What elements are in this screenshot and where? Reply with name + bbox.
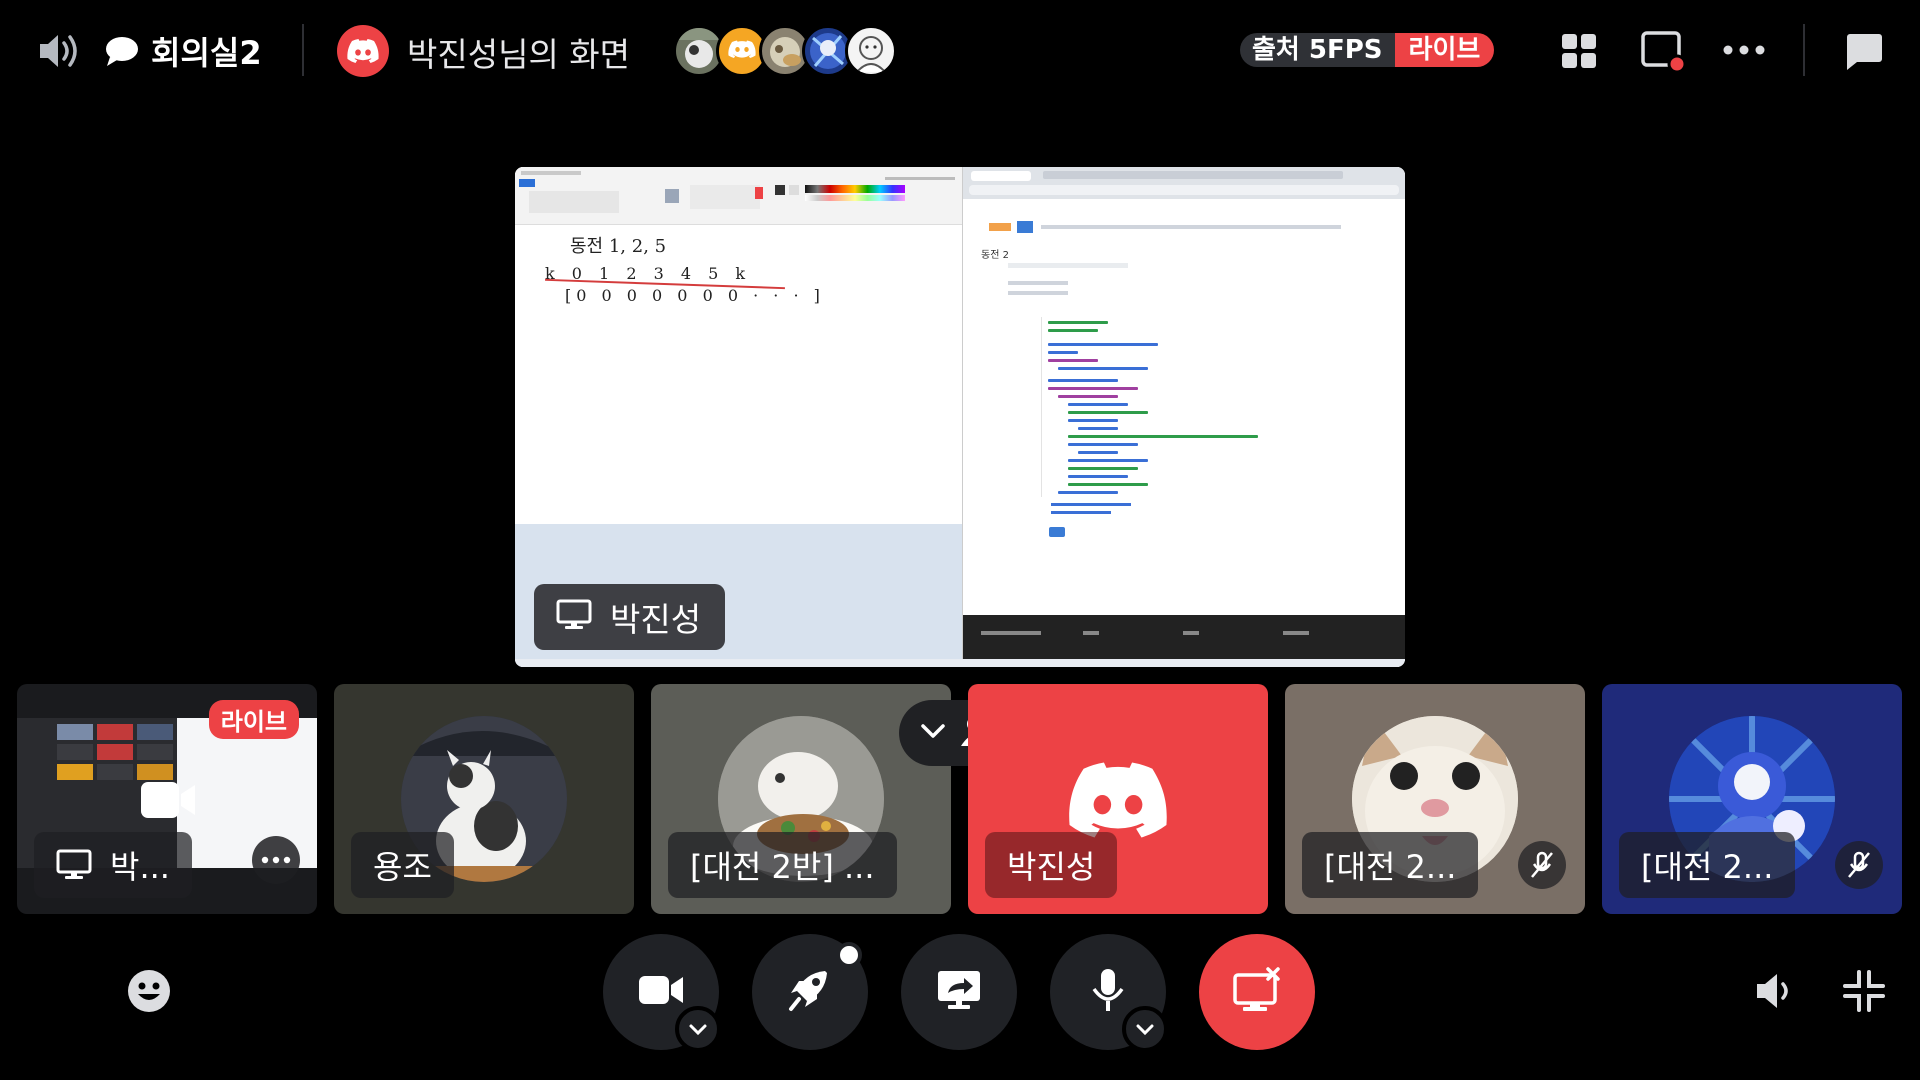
live-badge: 라이브	[208, 700, 299, 739]
browser-footer	[963, 615, 1405, 659]
participant-tile[interactable]: [대전 2...	[1602, 684, 1902, 914]
participant-tile[interactable]: 용조	[334, 684, 634, 914]
tile-label: 용조	[351, 832, 454, 898]
viewer-avatar	[845, 25, 897, 77]
stream-stats: 출처 5FPS 라이브	[1240, 33, 1495, 67]
camera-button[interactable]	[603, 934, 721, 1052]
monitor-icon	[56, 849, 92, 879]
top-bar: 회의실2 박진성님의 화면 출처 5FPS 라이브	[0, 0, 1920, 100]
tile-label: [대전 2...	[1619, 832, 1796, 898]
tile-name: 박진성	[1007, 848, 1096, 886]
share-screen-icon	[936, 969, 982, 1015]
activity-button[interactable]	[752, 934, 868, 1050]
share-screen-button[interactable]	[901, 934, 1017, 1050]
volume-icon[interactable]	[1753, 970, 1799, 1012]
mic-muted-icon	[1835, 841, 1883, 889]
tile-label: [대전 2...	[1302, 832, 1479, 898]
browser-tabs	[963, 167, 1405, 199]
microphone-options-button[interactable]	[1122, 1006, 1168, 1052]
speaker-voice-icon[interactable]	[34, 26, 84, 76]
stop-stream-button[interactable]	[1199, 934, 1315, 1050]
activity-rocket-icon	[787, 967, 833, 1017]
tile-label: [대전 2반] ...	[668, 832, 897, 898]
grid-layout-icon[interactable]	[1560, 32, 1598, 70]
divider	[1803, 24, 1805, 76]
emoji-icon[interactable]	[126, 968, 172, 1014]
minimize-icon[interactable]	[1843, 970, 1885, 1012]
camera-icon	[637, 974, 685, 1010]
presenter-name: 박진성	[610, 600, 702, 639]
code-editor	[1041, 317, 1386, 497]
tile-name: [대전 2...	[1641, 848, 1774, 886]
tile-name: 용조	[373, 848, 432, 886]
tile-name: [대전 2...	[1324, 848, 1457, 886]
participant-tile[interactable]: [대전 2...	[1285, 684, 1585, 914]
windows-taskbar	[515, 659, 1405, 667]
presenter-label: 박진성	[534, 584, 726, 650]
participant-tile-discord[interactable]: 박진성	[968, 684, 1268, 914]
channel-name: 회의실2	[151, 34, 262, 72]
fps-label: 출처 5FPS	[1240, 33, 1395, 67]
monitor-icon	[556, 599, 592, 635]
tile-more-options-icon[interactable]	[252, 836, 300, 884]
participant-tile-screen[interactable]: 라이브 박...	[17, 684, 317, 914]
handwriting-coins: 동전 1, 2, 5	[570, 236, 667, 257]
shared-browser: 동전 2	[962, 167, 1405, 667]
browser-site-nav	[963, 217, 1405, 241]
discord-logo-icon	[1068, 762, 1168, 842]
live-badge: 라이브	[1394, 33, 1495, 67]
tile-label: 박...	[34, 832, 192, 898]
notification-dot	[836, 942, 862, 968]
microphone-button[interactable]	[1050, 934, 1168, 1052]
popout-window-icon[interactable]	[1640, 30, 1686, 74]
microphone-icon	[1090, 967, 1126, 1017]
more-options-icon[interactable]	[1722, 38, 1766, 62]
chat-bubble-icon	[103, 34, 141, 68]
mic-muted-icon	[1518, 841, 1566, 889]
video-camera-icon	[139, 780, 197, 824]
stop-stream-icon	[1232, 967, 1282, 1017]
discord-logo-icon	[337, 25, 389, 77]
handwriting-dp-array: [0 0 0 0 0 0 0 · · · ]	[565, 286, 825, 305]
tile-name: [대전 2반] ...	[690, 848, 875, 886]
camera-options-button[interactable]	[675, 1006, 721, 1052]
stream-title: 박진성님의 화면	[407, 35, 631, 74]
problem-title: 동전 2	[981, 250, 1009, 261]
paint-ribbon	[515, 167, 962, 225]
divider	[302, 24, 304, 76]
chat-panel-icon[interactable]	[1842, 30, 1884, 72]
tile-label: 박진성	[985, 832, 1118, 898]
chevron-down-icon	[920, 722, 946, 744]
tile-name: 박...	[110, 848, 170, 886]
